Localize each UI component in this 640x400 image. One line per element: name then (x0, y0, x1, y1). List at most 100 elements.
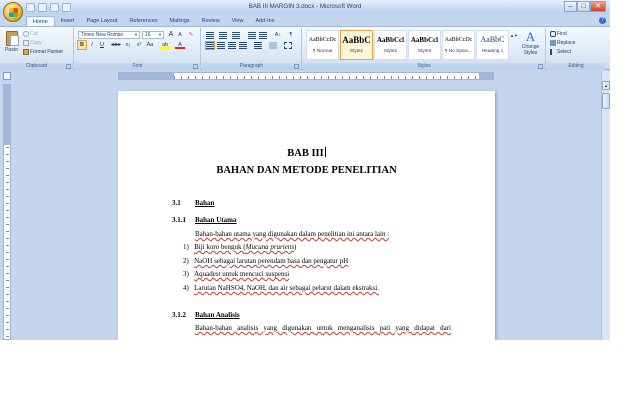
copy-label: Copy (30, 40, 42, 46)
style-no-spacing[interactable]: AaBbCcDc ¶ No Spaci... (442, 30, 475, 60)
decrease-indent-icon[interactable] (248, 32, 256, 39)
minimize-button[interactable]: – (564, 1, 577, 12)
style-sample: AaBbCcDc (444, 37, 473, 43)
office-button[interactable] (3, 2, 23, 22)
italic-button[interactable]: I (88, 41, 96, 49)
numbering-icon[interactable] (219, 32, 227, 39)
style-name: Style3 (417, 49, 432, 54)
change-case-button[interactable]: Aa (145, 41, 155, 49)
replace-button[interactable]: Replace (550, 39, 575, 47)
tab-home[interactable]: Home (26, 16, 55, 26)
superscript-button[interactable]: x² (134, 41, 144, 49)
word-window: BAB III MARGIN 3.docx - Microsoft Word –… (0, 0, 610, 340)
increase-indent-icon[interactable] (259, 32, 267, 39)
clipboard-launcher-icon[interactable] (66, 64, 71, 69)
multilevel-list-icon[interactable] (232, 32, 240, 39)
maximize-button[interactable]: □ (577, 1, 590, 12)
styles-group: AaBbCcDc ¶ Normal AaBbC Style1 AaBbCcl S… (303, 28, 546, 70)
paragraph-text-content: Bahan-bahan analisis yang digunakan untu… (195, 324, 451, 332)
style-style3[interactable]: AaBbCcl Style3 (408, 30, 441, 60)
vertical-ruler[interactable] (3, 84, 11, 340)
highlight-icon[interactable]: ab (159, 41, 171, 49)
bullets-icon[interactable] (206, 32, 214, 39)
editing-group: Find Replace Select Editing (547, 28, 605, 70)
justify-icon[interactable] (239, 42, 247, 49)
strikethrough-button[interactable]: abe (110, 41, 122, 49)
list-item: 2) NaOH sebagai larutan perendam basa da… (183, 257, 348, 265)
document-page[interactable]: BAB III BAHAN DAN METODE PENELITIAN 3.1 … (118, 91, 495, 340)
format-painter-label: Format Painter (30, 49, 64, 55)
tab-review[interactable]: Review (196, 16, 226, 26)
paste-button[interactable]: Paste (3, 30, 20, 60)
change-styles-label: Change Styles (521, 44, 540, 56)
tab-view[interactable]: View (226, 16, 250, 26)
font-name-select[interactable]: Times New Roman ▼ (78, 31, 140, 39)
list-number: 1) (183, 243, 189, 251)
clear-formatting-icon[interactable]: ✎ (186, 31, 196, 39)
style-sample: AaBbCcl (376, 36, 405, 44)
paintbrush-icon (23, 48, 29, 55)
font-color-icon[interactable]: A (175, 41, 185, 49)
tab-page-layout[interactable]: Page Layout (80, 16, 123, 26)
chevron-down-icon: ▼ (158, 32, 162, 37)
font-group-label: Font (75, 63, 200, 70)
bold-button[interactable]: B (77, 40, 87, 50)
scroll-thumb[interactable] (602, 93, 610, 109)
list-number: 4) (183, 284, 189, 292)
horizontal-ruler[interactable] (118, 72, 494, 80)
change-styles-button[interactable]: A Change Styles (517, 30, 544, 57)
help-icon[interactable]: ? (599, 17, 606, 24)
style-sample: AaBbC (480, 35, 505, 44)
vertical-scrollbar[interactable]: ▲ (601, 71, 610, 340)
paragraph-group: A↓ ¶ Paragraph (202, 28, 302, 70)
select-button[interactable]: Select (550, 48, 571, 56)
styles-group-label: Styles (303, 63, 545, 70)
find-button[interactable]: Find (550, 30, 567, 38)
replace-label: Replace (557, 40, 576, 46)
subscript-button[interactable]: x₂ (123, 41, 133, 49)
show-marks-button[interactable]: ¶ (287, 31, 295, 39)
styles-scroll-icon[interactable]: ▲▼ (510, 32, 518, 40)
style-sample: AaBbCcDc (308, 37, 337, 43)
subsection-number: 3.1.2 (172, 311, 186, 319)
shrink-font-button[interactable]: A (176, 31, 184, 39)
style-name: Style2 (383, 49, 398, 54)
line-spacing-icon[interactable] (254, 42, 262, 49)
font-name-value: Times New Roman (81, 32, 124, 38)
style-normal[interactable]: AaBbCcDc ¶ Normal (306, 30, 339, 60)
paragraph-text: Bahan-bahan analisis yang digunakan untu… (195, 324, 451, 332)
font-launcher-icon[interactable] (193, 64, 198, 69)
subsection-heading: Bahan Utama (195, 216, 237, 224)
sort-button[interactable]: A↓ (273, 31, 283, 39)
tab-mailings[interactable]: Mailings (163, 16, 195, 26)
close-button[interactable]: ✕ (590, 1, 606, 12)
document-title: BAB III (118, 147, 495, 159)
style-heading1[interactable]: AaBbC Heading 1 (476, 30, 509, 60)
chevron-down-icon: ▼ (134, 32, 138, 37)
shading-icon[interactable] (269, 42, 277, 49)
align-center-icon[interactable] (217, 42, 225, 49)
align-left-icon[interactable] (205, 41, 215, 50)
select-label: Select (557, 49, 571, 55)
align-right-icon[interactable] (228, 42, 236, 49)
format-painter-button[interactable]: Format Painter (23, 48, 63, 56)
list-text-end: ) (294, 243, 297, 251)
grow-font-button[interactable]: A (167, 31, 175, 39)
ruler-row (0, 71, 610, 81)
copy-button[interactable]: Copy (23, 39, 42, 47)
paragraph-launcher-icon[interactable] (294, 64, 299, 69)
underline-button[interactable]: U (98, 41, 106, 49)
cut-button[interactable]: Cut (23, 30, 38, 38)
styles-launcher-icon[interactable] (538, 64, 543, 69)
office-logo-icon (9, 8, 18, 17)
tab-references[interactable]: References (123, 16, 163, 26)
borders-icon[interactable] (284, 42, 292, 49)
style-style2[interactable]: AaBbCcl Style2 (374, 30, 407, 60)
paragraph-intro: Bahan-bahan utama yang digunakan dalam p… (195, 230, 389, 238)
style-style1[interactable]: AaBbC Style1 (340, 30, 373, 60)
font-size-select[interactable]: 16 ▼ (142, 31, 164, 39)
tab-add-ins[interactable]: Add-Ins (250, 16, 281, 26)
scroll-up-icon[interactable]: ▲ (602, 81, 610, 90)
tab-insert[interactable]: Insert (55, 16, 81, 26)
tab-selector-icon[interactable] (3, 72, 11, 80)
